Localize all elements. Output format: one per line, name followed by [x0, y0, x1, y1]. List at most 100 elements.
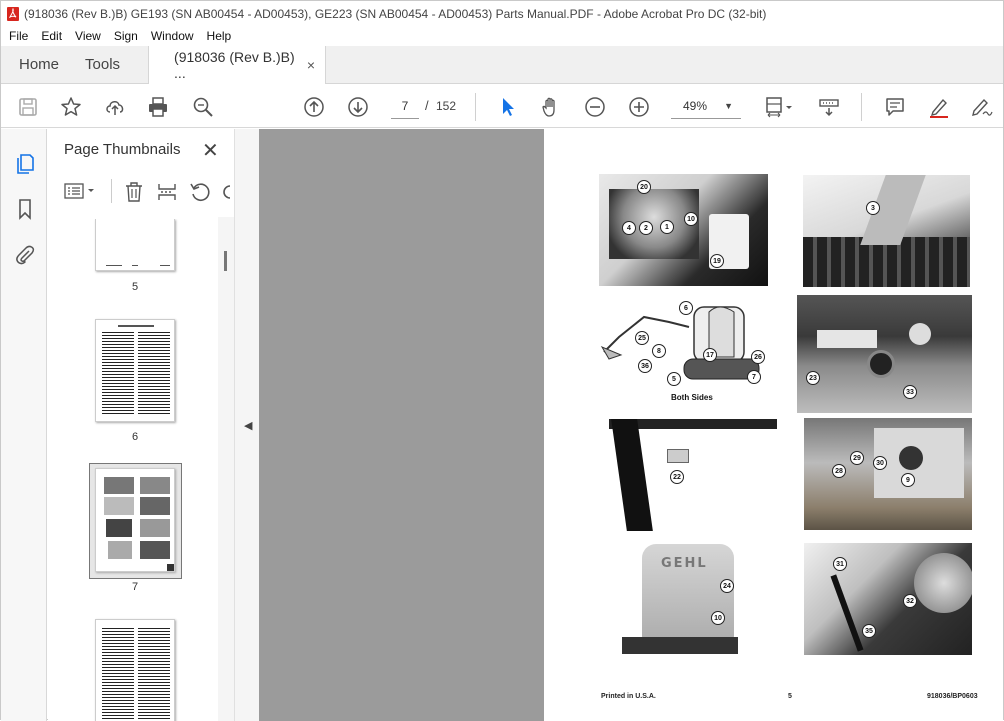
panel-collapse-strip[interactable]: ◀ [234, 129, 259, 721]
thumbnail-toolbar [48, 175, 234, 209]
thumbnail-page-7[interactable] [95, 468, 175, 572]
figure-caption: Both Sides [671, 393, 713, 402]
photo-boom-cylinder [803, 175, 970, 287]
cloud-upload-icon[interactable] [102, 94, 128, 120]
panel-title: Page Thumbnails [64, 141, 181, 158]
page-separator: / [425, 98, 429, 113]
keyboard-scroll-icon[interactable] [816, 94, 842, 120]
callout-marker: 32 [903, 594, 917, 608]
page-thumbnails-panel: Page Thumbnails ✕ 5 6 7 [48, 129, 234, 721]
tab-document[interactable]: (918036 (Rev B.)B) ... × [148, 46, 327, 84]
window-title: (918036 (Rev B.)B) GE193 (SN AB00454 - A… [24, 7, 767, 21]
rotate-page-icon[interactable] [189, 181, 211, 208]
thumbnail-scrollbar[interactable] [218, 217, 234, 721]
photo-hydraulic-hoses [804, 543, 972, 655]
navigation-pane-rail [1, 129, 47, 721]
menu-file[interactable]: File [5, 29, 33, 43]
zoom-out-icon[interactable] [582, 94, 608, 120]
callout-marker: 3 [866, 201, 880, 215]
callout-marker: 8 [652, 344, 666, 358]
acrobat-app-icon [7, 7, 19, 21]
page-footer-number: 5 [788, 693, 792, 700]
callout-marker: 6 [679, 301, 693, 315]
thumbnail-page-8[interactable] [95, 619, 175, 721]
bookmarks-icon[interactable] [13, 197, 37, 221]
fit-page-icon[interactable] [761, 94, 797, 120]
delete-page-icon[interactable] [123, 181, 145, 208]
document-background [259, 129, 544, 721]
callout-marker: 5 [667, 372, 681, 386]
select-cursor-icon[interactable] [495, 94, 521, 120]
toolbar-divider [475, 93, 476, 121]
menu-view[interactable]: View [71, 29, 106, 43]
tab-document-label: (918036 (Rev B.)B) ... [174, 49, 295, 81]
tab-tools[interactable]: Tools [73, 46, 148, 83]
total-pages: 152 [436, 99, 457, 113]
callout-marker: 31 [833, 557, 847, 571]
hand-tool-icon[interactable] [538, 94, 564, 120]
callout-marker: 9 [901, 473, 915, 487]
callout-marker: 19 [710, 254, 724, 268]
menu-bar: File Edit View Sign Window Help [1, 25, 1003, 47]
photo-operator-floor [804, 418, 972, 530]
callout-marker: 25 [635, 331, 649, 345]
callout-marker: 26 [751, 350, 765, 364]
thumbnail-label: 7 [131, 581, 139, 593]
draw-sign-icon[interactable] [969, 94, 995, 120]
acrobat-window: (918036 (Rev B.)B) GE193 (SN AB00454 - A… [0, 0, 1004, 721]
callout-marker: 10 [684, 212, 698, 226]
zoom-level-dropdown[interactable]: 49% ▼ [671, 93, 741, 119]
gehl-logo: GEHL [661, 556, 708, 571]
highlight-pen-icon[interactable] [926, 94, 952, 120]
callout-marker: 1 [660, 220, 674, 234]
zoom-in-icon[interactable] [626, 94, 652, 120]
save-icon[interactable] [15, 94, 41, 120]
more-tools-icon[interactable] [222, 181, 232, 208]
page-number-input[interactable] [391, 93, 419, 119]
callout-marker: 4 [622, 221, 636, 235]
page-thumbnails-icon[interactable] [13, 151, 37, 175]
callout-marker: 24 [720, 579, 734, 593]
tool-divider [111, 179, 112, 203]
zoom-level-value: 49% [683, 98, 708, 113]
attachments-icon[interactable] [13, 243, 37, 267]
callout-marker: 22 [670, 470, 684, 484]
menu-sign[interactable]: Sign [110, 29, 143, 43]
callout-marker: 17 [703, 348, 717, 362]
extract-pages-icon[interactable] [156, 181, 178, 208]
previous-page-icon[interactable] [301, 94, 327, 120]
callout-marker: 28 [832, 464, 846, 478]
tab-close-button[interactable]: × [307, 57, 315, 73]
callout-marker: 36 [638, 359, 652, 373]
main-toolbar: / 152 49% ▼ [1, 85, 1003, 128]
tab-home[interactable]: Home [1, 46, 73, 83]
bookmark-star-icon[interactable] [58, 94, 84, 120]
print-icon[interactable] [145, 94, 171, 120]
zoom-search-icon[interactable] [190, 94, 216, 120]
next-page-icon[interactable] [345, 94, 371, 120]
callout-marker: 29 [850, 451, 864, 465]
photo-control-panel [797, 295, 972, 413]
collapse-arrow-icon[interactable]: ◀ [244, 419, 252, 432]
menu-window[interactable]: Window [147, 29, 199, 43]
page-footer-left: Printed in U.S.A. [601, 693, 656, 700]
thumbnail-page-5[interactable] [95, 219, 175, 271]
tab-bar: Home Tools (918036 (Rev B.)B) ... × [1, 46, 1003, 84]
options-menu-icon[interactable] [64, 181, 98, 206]
callout-marker: 23 [806, 371, 820, 385]
callout-marker: 2 [639, 221, 653, 235]
callout-marker: 10 [711, 611, 725, 625]
menu-help[interactable]: Help [203, 29, 237, 43]
photo-cab-pillar [609, 419, 777, 531]
callout-marker: 30 [873, 456, 887, 470]
thumbnail-label: 5 [131, 281, 139, 293]
thumbnail-page-6[interactable] [95, 319, 175, 422]
panel-close-button[interactable]: ✕ [202, 138, 219, 163]
callout-marker: 35 [862, 624, 876, 638]
comment-icon[interactable] [882, 94, 908, 120]
page-footer-right: 918036/BP0603 [927, 693, 978, 700]
toolbar-divider [861, 93, 862, 121]
menu-edit[interactable]: Edit [37, 29, 67, 43]
callout-marker: 33 [903, 385, 917, 399]
title-bar: (918036 (Rev B.)B) GE193 (SN AB00454 - A… [1, 1, 1003, 27]
